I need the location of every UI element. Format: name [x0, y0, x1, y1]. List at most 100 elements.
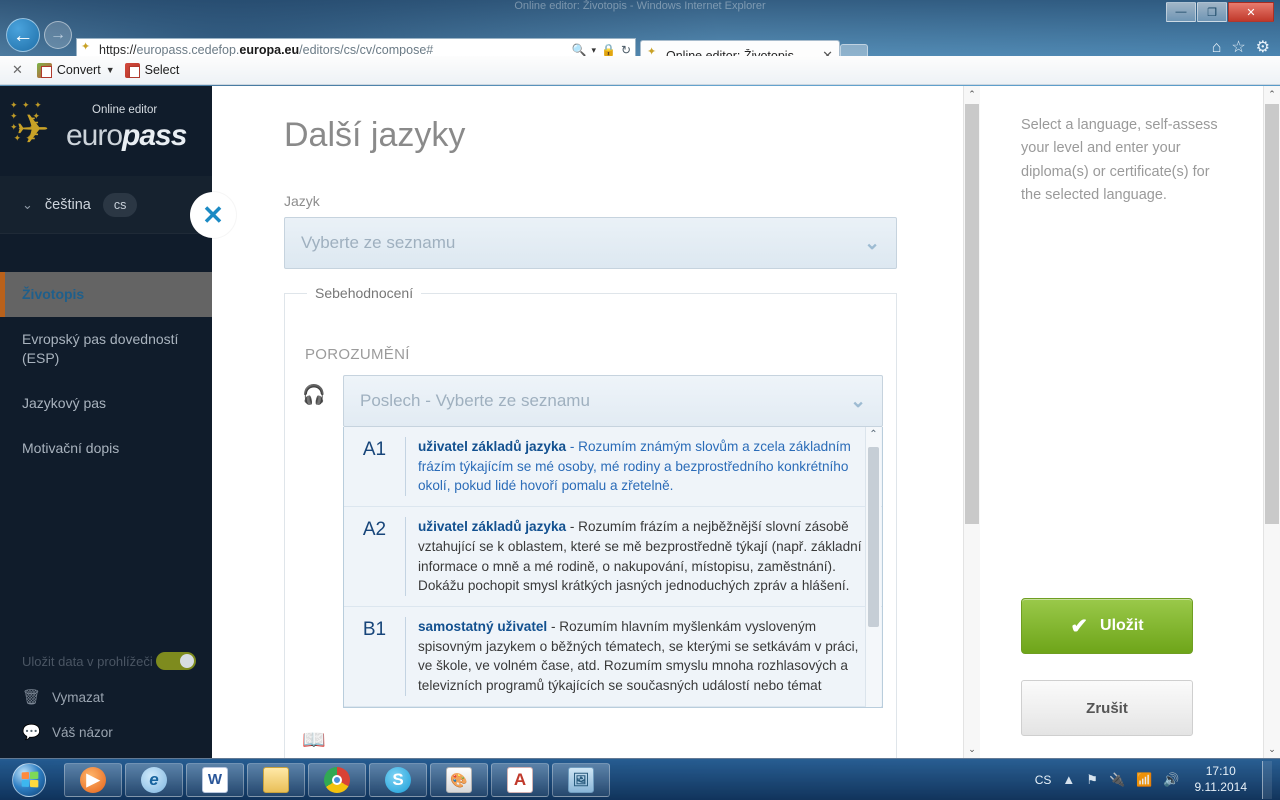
chevron-down-icon[interactable]: ▾	[591, 45, 596, 56]
option-code: A1	[344, 437, 406, 497]
sidebar-item-esp[interactable]: Evropský pas dovedností (ESP)	[0, 317, 212, 381]
taskbar-item-chrome[interactable]	[308, 762, 366, 797]
listening-select[interactable]: Poslech - Vyberte ze seznamu ⌄	[343, 375, 883, 427]
option-description: uživatel základů jazyka - Rozumím známým…	[406, 437, 882, 496]
scroll-down-icon[interactable]: ⌄	[964, 741, 980, 758]
app-sidebar: ✦ ✦ ✦ ✦ ✦ ✦ ✦ ✦ ✦ ✈ Online editor europass…	[0, 86, 212, 758]
sidebar-action-vas-nazor[interactable]: 💬 Váš názor	[0, 715, 212, 750]
select-label: Select	[144, 63, 180, 77]
sidebar-item-zivotopis[interactable]: Životopis	[0, 272, 212, 317]
taskbar-item-photo-viewer[interactable]: 🖼	[552, 762, 610, 797]
main-scrollbar[interactable]: ⌃ ⌄	[963, 86, 980, 758]
taskbar-item-adobe-reader[interactable]: A	[491, 762, 549, 797]
scroll-down-icon[interactable]: ⌄	[1264, 741, 1280, 758]
sidebar-item-label: Evropský pas dovedností (ESP)	[22, 330, 179, 366]
list-item[interactable]: A1 uživatel základů jazyka - Rozumím zná…	[344, 427, 882, 508]
windows-explorer-icon	[263, 766, 289, 793]
listening-options-list[interactable]: A1 uživatel základů jazyka - Rozumím zná…	[343, 427, 883, 708]
listening-select-placeholder: Poslech - Vyberte ze seznamu	[360, 391, 590, 410]
speaker-icon[interactable]: 🔊	[1163, 773, 1179, 786]
star-icon[interactable]: ☆	[1231, 40, 1245, 56]
show-hidden-icons-icon[interactable]: ▲	[1062, 773, 1075, 786]
chevron-down-icon: ⌄	[22, 196, 33, 212]
scrollbar-thumb[interactable]	[1265, 104, 1279, 524]
clock[interactable]: 17:10 9.11.2014	[1191, 764, 1252, 795]
language-selector[interactable]: ⌄ čeština cs	[0, 176, 212, 234]
save-button[interactable]: ✔ Uložit	[1021, 598, 1193, 654]
taskbar-item-skype[interactable]: S	[369, 762, 427, 797]
scroll-up-icon[interactable]: ⌃	[866, 427, 881, 443]
scrollbar-thumb[interactable]	[868, 447, 879, 627]
language-select[interactable]: Vyberte ze seznamu ⌄	[284, 217, 897, 269]
start-button[interactable]	[2, 760, 56, 800]
listening-combo: Poslech - Vyberte ze seznamu ⌄ A1 uživat…	[343, 375, 883, 708]
convert-button[interactable]: Convert ▼	[36, 62, 115, 78]
flag-icon[interactable]: ⚑	[1086, 773, 1098, 786]
logo-subtitle: Online editor	[92, 104, 158, 116]
option-title: uživatel základů jazyka	[418, 519, 567, 535]
refresh-icon[interactable]: ↻	[621, 43, 631, 57]
skype-icon: S	[385, 766, 411, 793]
sidebar-action-vymazat[interactable]: 🗑 Vymazat	[0, 680, 212, 715]
close-window-button[interactable]: ✕	[1228, 2, 1274, 22]
url-path: /editors/cs/cv/compose#	[299, 43, 434, 57]
addon-close-icon[interactable]: ✕	[8, 62, 27, 78]
cancel-button[interactable]: Zrušit	[1021, 680, 1193, 736]
taskbar-item-paint[interactable]: 🎨	[430, 762, 488, 797]
comment-icon: 💬	[22, 724, 41, 741]
page-viewport: ✦ ✦ ✦ ✦ ✦ ✦ ✦ ✦ ✦ ✈ Online editor europass…	[0, 86, 1280, 758]
page-scrollbar[interactable]: ⌃ ⌄	[1263, 86, 1280, 758]
taskbar-item-word[interactable]: W	[186, 762, 244, 797]
plug-icon[interactable]: 🔌	[1109, 773, 1125, 786]
scroll-up-icon[interactable]: ⌃	[964, 86, 980, 103]
show-desktop-button[interactable]	[1262, 760, 1272, 799]
home-icon[interactable]: ⌂	[1212, 40, 1222, 56]
select-button[interactable]: Select	[124, 62, 180, 78]
url-domain: europa.eu	[239, 43, 300, 57]
store-data-toggle[interactable]	[156, 652, 196, 670]
list-item[interactable]: B1 samostatný uživatel - Rozumím hlavním…	[344, 606, 882, 707]
taskbar-item-media-player[interactable]: ▶	[64, 762, 122, 797]
scroll-up-icon[interactable]: ⌃	[1264, 86, 1280, 103]
headphones-icon: 🎧	[302, 385, 326, 406]
store-data-label: Uložit data v prohlížeči	[22, 653, 153, 669]
microsoft-word-icon: W	[202, 766, 228, 793]
close-panel-button[interactable]: ✕	[190, 192, 236, 238]
photo-viewer-icon: 🖼	[568, 766, 594, 793]
taskbar-item-explorer[interactable]	[247, 762, 305, 797]
tray-language-indicator[interactable]: CS	[1035, 773, 1052, 787]
close-icon: ✕	[202, 200, 224, 230]
cancel-button-label: Zrušit	[1086, 699, 1128, 717]
clock-date: 9.11.2014	[1194, 779, 1248, 794]
forward-button[interactable]: →	[44, 21, 72, 49]
sidebar-bottom: Uložit data v prohlížeči 🗑 Vymazat 💬 Váš…	[0, 642, 212, 750]
store-data-row[interactable]: Uložit data v prohlížeči	[0, 642, 212, 680]
page-title: Další jazyky	[284, 116, 466, 154]
search-icon[interactable]: 🔍	[572, 43, 587, 57]
browser-window: Online editor: Životopis - Windows Inter…	[0, 0, 1280, 758]
gear-icon[interactable]: ⚙	[1256, 40, 1270, 56]
option-title: samostatný uživatel	[418, 618, 548, 634]
convert-chevron-down-icon[interactable]: ▼	[106, 65, 115, 75]
options-scrollbar[interactable]: ⌃	[865, 427, 881, 707]
check-icon: ✔	[1070, 614, 1089, 638]
clock-time: 17:10	[1205, 764, 1236, 779]
maximize-button[interactable]: ❐	[1197, 2, 1227, 22]
save-button-label: Uložit	[1100, 617, 1144, 634]
system-tray: CS ▲ ⚑ 🔌 📶 🔊 17:10 9.11.2014	[1035, 760, 1280, 799]
main-form-column: Další jazyky Jazyk Vyberte ze seznamu ⌄ …	[212, 86, 962, 758]
language-name: čeština	[44, 196, 91, 213]
scrollbar-thumb[interactable]	[965, 104, 979, 524]
address-url: https://europass.cedefop.europa.eu/edito…	[99, 43, 567, 57]
minimize-button[interactable]: —	[1166, 2, 1196, 22]
reading-row: 📖	[285, 708, 896, 752]
sidebar-item-motivacni-dopis[interactable]: Motivační dopis	[0, 426, 212, 471]
signal-bars-icon[interactable]: 📶	[1136, 773, 1152, 786]
sidebar-item-label: Motivační dopis	[22, 439, 120, 456]
windows-flag-icon	[21, 771, 38, 788]
language-code-chip: cs	[102, 192, 138, 217]
sidebar-item-jazykovy-pas[interactable]: Jazykový pas	[0, 381, 212, 426]
taskbar-item-internet-explorer[interactable]: e	[125, 762, 183, 797]
list-item[interactable]: A2 uživatel základů jazyka - Rozumím frá…	[344, 507, 882, 607]
back-button[interactable]: ←	[6, 18, 40, 52]
